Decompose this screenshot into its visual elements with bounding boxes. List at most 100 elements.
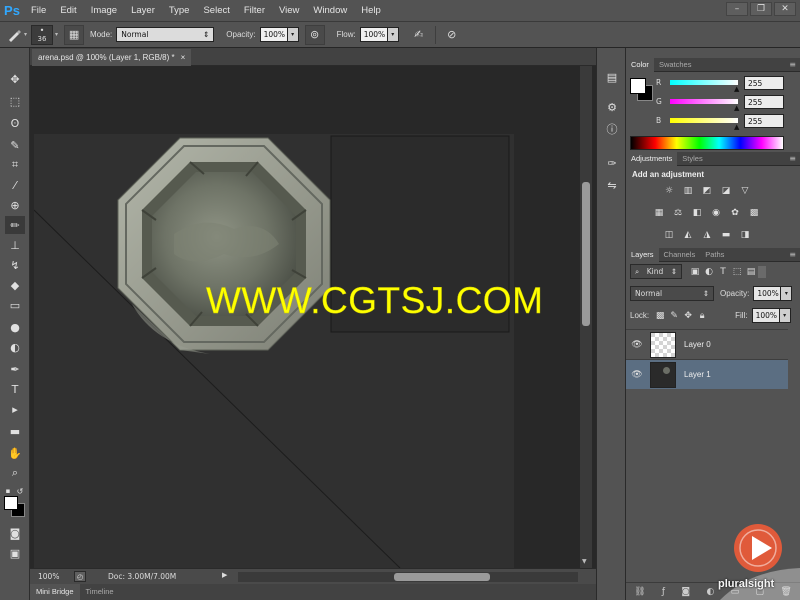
horizontal-scrollbar[interactable] <box>238 572 578 582</box>
eraser-tool-icon[interactable]: ◆ <box>5 276 25 294</box>
brush-presets-panel-icon[interactable]: ✑ <box>602 154 622 172</box>
layer-0-name[interactable]: Layer 0 <box>684 340 711 349</box>
brush-tool-icon[interactable]: ✏ <box>5 216 25 234</box>
close-document-icon[interactable]: × <box>181 53 186 62</box>
menu-edit[interactable]: Edit <box>53 0 83 22</box>
preset-chevron-icon[interactable]: ▾ <box>24 31 27 38</box>
tab-mini-bridge[interactable]: Mini Bridge <box>30 584 80 600</box>
layers-panel-menu-icon[interactable]: ≡ <box>789 250 796 259</box>
color-lookup-icon[interactable]: ▩ <box>747 206 761 219</box>
black-white-icon[interactable]: ◧ <box>690 206 704 219</box>
red-slider-thumb-icon[interactable]: ▲ <box>734 85 739 93</box>
blue-value-field[interactable]: 255 <box>744 114 784 128</box>
red-value-field[interactable]: 255 <box>744 76 784 90</box>
blur-tool-icon[interactable]: ● <box>5 318 25 336</box>
move-tool-icon[interactable]: ✥ <box>5 70 25 88</box>
tab-channels[interactable]: Channels <box>659 248 701 262</box>
layer-filter-select[interactable]: ⌕ Kind ⇕ <box>630 264 682 279</box>
clone-stamp-tool-icon[interactable]: ⊥ <box>5 236 25 254</box>
lasso-tool-icon[interactable]: ʘ <box>5 114 25 132</box>
fill-dropdown-icon[interactable]: ▾ <box>779 308 791 323</box>
tab-swatches[interactable]: Swatches <box>654 58 697 72</box>
layer-mask-icon[interactable]: ◙ <box>681 587 690 597</box>
posterize-icon[interactable]: ◭ <box>681 228 695 241</box>
tab-paths[interactable]: Paths <box>700 248 729 262</box>
eye-icon[interactable]: 👁︎ <box>626 370 648 380</box>
zoom-level[interactable]: 100% <box>30 572 66 581</box>
history-panel-icon[interactable]: ▤ <box>602 68 622 86</box>
layer-row-layer-0[interactable]: 👁︎ Layer 0 <box>626 329 788 359</box>
pressure-opacity-icon[interactable]: ⊚ <box>304 24 325 45</box>
lock-all-icon[interactable]: 🔒︎ <box>695 309 709 323</box>
tab-color[interactable]: Color <box>626 57 654 72</box>
adjustments-panel-menu-icon[interactable]: ≡ <box>789 154 796 163</box>
shape-tool-icon[interactable]: ▬ <box>5 422 25 440</box>
marquee-tool-icon[interactable]: ⬚ <box>5 92 25 110</box>
layer-1-name[interactable]: Layer 1 <box>684 370 711 379</box>
brush-panel-toggle-icon[interactable]: ▦ <box>64 24 85 45</box>
lock-transparent-icon[interactable]: ▩ <box>653 309 667 323</box>
vertical-scroll-thumb[interactable] <box>582 182 590 326</box>
exposure-icon[interactable]: ◪ <box>719 184 733 197</box>
hue-saturation-icon[interactable]: ▦ <box>652 206 666 219</box>
document-canvas[interactable] <box>33 134 514 568</box>
minimize-button[interactable]: – <box>726 2 748 16</box>
airbrush-icon[interactable]: ✍ <box>409 25 429 45</box>
quick-select-tool-icon[interactable]: ✎ <box>5 136 25 154</box>
info-panel-icon[interactable]: ⓘ <box>602 120 622 138</box>
levels-icon[interactable]: ▥ <box>681 184 695 197</box>
color-panel-menu-icon[interactable]: ≡ <box>789 60 796 69</box>
screen-mode-icon[interactable]: ▣ <box>5 544 25 562</box>
properties-panel-icon[interactable]: ⚙ <box>602 98 622 116</box>
adjustment-layer-icon[interactable]: ◐ <box>706 587 714 597</box>
green-slider-thumb-icon[interactable]: ▲ <box>734 104 739 112</box>
menu-image[interactable]: Image <box>84 0 124 22</box>
blue-slider-track[interactable] <box>670 118 738 123</box>
filter-adjustment-icon[interactable]: ◐ <box>702 265 716 279</box>
filter-type-icon[interactable]: T <box>716 265 730 279</box>
tab-timeline[interactable]: Timeline <box>80 584 120 600</box>
status-info-icon[interactable]: ◴ <box>74 571 86 582</box>
channel-mixer-icon[interactable]: ✿ <box>728 206 742 219</box>
foreground-color-swatch[interactable] <box>4 496 18 510</box>
eyedropper-tool-icon[interactable]: ⁄ <box>5 176 25 194</box>
vertical-scrollbar[interactable]: ▼ <box>580 66 592 568</box>
menu-layer[interactable]: Layer <box>124 0 162 22</box>
vibrance-icon[interactable]: ▽ <box>738 184 752 197</box>
color-foreground-swatch[interactable] <box>630 78 646 94</box>
fill-field[interactable]: 100% <box>751 308 780 323</box>
gradient-map-icon[interactable]: ▬ <box>719 228 733 241</box>
dodge-tool-icon[interactable]: ◐ <box>5 338 25 356</box>
quick-mask-icon[interactable]: ◙ <box>5 524 25 542</box>
tab-adjustments[interactable]: Adjustments <box>626 151 678 166</box>
crop-tool-icon[interactable]: ⌗ <box>5 156 25 174</box>
red-slider-track[interactable] <box>670 80 738 85</box>
brush-size-chevron-icon[interactable]: ▾ <box>55 31 58 38</box>
flow-field[interactable]: 100% <box>359 27 388 42</box>
invert-icon[interactable]: ◫ <box>662 228 676 241</box>
link-layers-icon[interactable]: ⛓ <box>634 587 645 597</box>
blend-mode-select[interactable]: Normal ⇕ <box>630 286 714 301</box>
filter-smart-object-icon[interactable]: ▤ <box>744 265 758 279</box>
menu-help[interactable]: Help <box>354 0 388 22</box>
green-value-field[interactable]: 255 <box>744 95 784 109</box>
menu-file[interactable]: File <box>24 0 53 22</box>
filter-toggle-switch[interactable] <box>758 265 766 278</box>
blue-slider-thumb-icon[interactable]: ▲ <box>734 123 739 131</box>
photo-filter-icon[interactable]: ◉ <box>709 206 723 219</box>
layer-style-icon[interactable]: ƒ <box>662 587 665 597</box>
hand-tool-icon[interactable]: ✋ <box>5 444 25 462</box>
brush-tool-preset-icon[interactable] <box>4 25 24 45</box>
zoom-tool-icon[interactable]: ⌕ <box>5 464 25 482</box>
lock-position-icon[interactable]: ✥ <box>681 309 695 323</box>
scroll-down-icon[interactable]: ▼ <box>582 558 587 565</box>
lock-image-icon[interactable]: ✎ <box>667 309 681 323</box>
pen-tool-icon[interactable]: ✒ <box>5 360 25 378</box>
eye-icon[interactable]: 👁︎ <box>626 340 648 350</box>
path-select-tool-icon[interactable]: ▸ <box>5 400 25 418</box>
color-balance-icon[interactable]: ⚖ <box>671 206 685 219</box>
status-menu-icon[interactable]: ▶ <box>222 571 227 579</box>
tab-styles[interactable]: Styles <box>677 152 707 166</box>
menu-view[interactable]: View <box>272 0 306 22</box>
opacity-field[interactable]: 100% <box>259 27 288 42</box>
